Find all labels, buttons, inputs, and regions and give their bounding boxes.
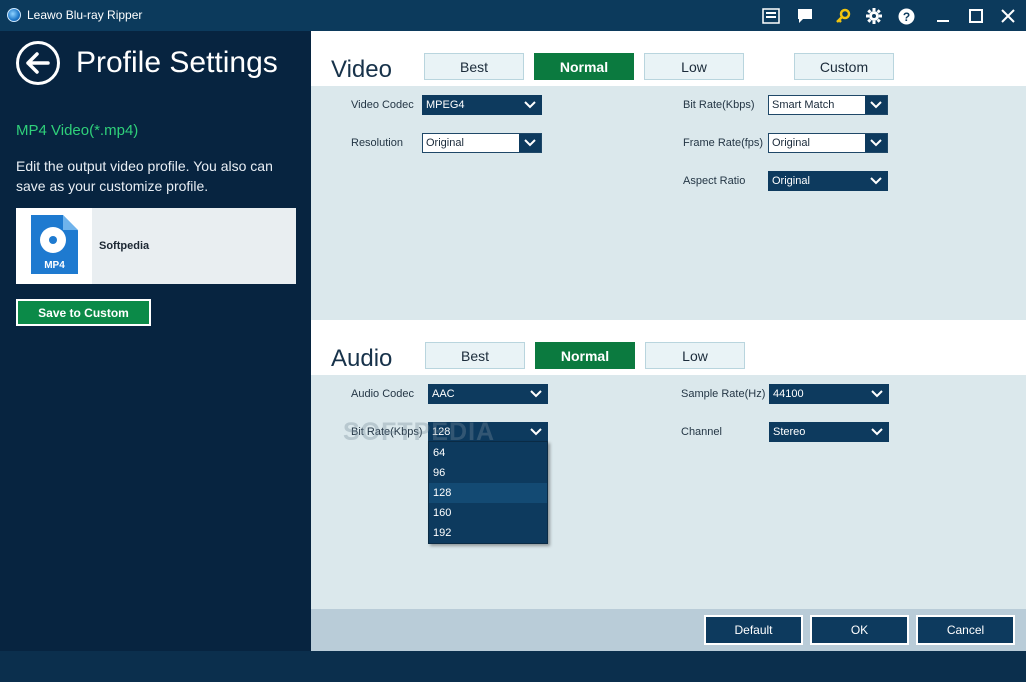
audio-preset-best[interactable]: Best xyxy=(425,342,525,369)
audio-codec-select[interactable]: AAC xyxy=(428,384,548,404)
window-title: Leawo Blu-ray Ripper xyxy=(27,8,143,22)
channel-value: Stereo xyxy=(773,426,806,438)
app-logo-icon xyxy=(7,8,21,22)
maximize-icon[interactable] xyxy=(966,6,986,26)
chevron-down-icon xyxy=(519,96,541,114)
audio-bitrate-dropdown: 64 96 128 160 192 xyxy=(428,441,548,544)
back-button[interactable] xyxy=(16,41,60,85)
sample-rate-label: Sample Rate(Hz) xyxy=(681,388,766,400)
chevron-down-icon xyxy=(525,385,547,403)
audio-section-title: Audio xyxy=(331,345,393,372)
video-bitrate-label: Bit Rate(Kbps) xyxy=(683,99,755,111)
sample-rate-select[interactable]: 44100 xyxy=(769,384,889,404)
page-title: Profile Settings xyxy=(76,46,278,79)
profile-description: Edit the output video profile. You also … xyxy=(16,158,273,194)
key-icon[interactable] xyxy=(833,6,853,26)
action-bar: Default OK Cancel xyxy=(311,609,1026,651)
video-codec-select[interactable]: MPEG4 xyxy=(422,95,542,115)
help-icon[interactable]: ? xyxy=(896,6,916,26)
save-to-custom-button[interactable]: Save to Custom xyxy=(16,299,151,326)
resolution-select[interactable]: Original xyxy=(422,133,542,153)
channel-select[interactable]: Stereo xyxy=(769,422,889,442)
mp4-icon-label: MP4 xyxy=(44,260,65,271)
minimize-icon[interactable] xyxy=(933,6,953,26)
svg-text:?: ? xyxy=(902,10,909,24)
video-section-title: Video xyxy=(331,56,392,83)
chevron-down-icon xyxy=(519,134,541,152)
video-codec-value: MPEG4 xyxy=(426,99,465,111)
chevron-down-icon xyxy=(865,134,887,152)
chevron-down-icon xyxy=(866,423,888,441)
audio-codec-label: Audio Codec xyxy=(351,388,414,400)
profile-card-name: Softpedia xyxy=(99,240,150,252)
video-preset-low[interactable]: Low xyxy=(644,53,744,80)
title-bar: Leawo Blu-ray Ripper ? xyxy=(0,0,1026,31)
close-icon[interactable] xyxy=(998,6,1018,26)
screenshot-icon[interactable] xyxy=(761,6,781,26)
dropdown-option-selected[interactable]: 128 xyxy=(429,483,547,503)
profile-card[interactable]: MP4 Softpedia xyxy=(16,208,296,284)
mp4-file-icon: MP4 xyxy=(16,208,92,284)
dropdown-option[interactable]: 96 xyxy=(429,463,547,483)
frame-rate-select[interactable]: Original xyxy=(768,133,888,153)
chevron-down-icon xyxy=(865,96,887,114)
video-preset-custom[interactable]: Custom xyxy=(794,53,894,80)
video-preset-best[interactable]: Best xyxy=(424,53,524,80)
resolution-value: Original xyxy=(426,137,464,149)
chevron-down-icon xyxy=(866,385,888,403)
ok-button[interactable]: OK xyxy=(810,615,909,645)
gear-icon[interactable] xyxy=(864,6,884,26)
video-preset-normal[interactable]: Normal xyxy=(534,53,634,80)
aspect-ratio-select[interactable]: Original xyxy=(768,171,888,191)
dropdown-option[interactable]: 64 xyxy=(429,443,547,463)
chevron-down-icon xyxy=(525,423,547,441)
video-bitrate-select[interactable]: Smart Match xyxy=(768,95,888,115)
channel-label: Channel xyxy=(681,426,722,438)
dropdown-option[interactable]: 160 xyxy=(429,503,547,523)
aspect-ratio-value: Original xyxy=(772,175,810,187)
sidebar: Profile Settings MP4 Video(*.mp4) Edit t… xyxy=(0,31,311,651)
cancel-button[interactable]: Cancel xyxy=(916,615,1015,645)
audio-preset-normal[interactable]: Normal xyxy=(535,342,635,369)
status-bar xyxy=(0,651,1026,682)
profile-name: MP4 Video(*.mp4) xyxy=(16,122,139,139)
chevron-down-icon xyxy=(865,172,887,190)
sample-rate-value: 44100 xyxy=(773,388,804,400)
default-button[interactable]: Default xyxy=(704,615,803,645)
arrow-left-icon xyxy=(26,52,50,74)
video-panel: Video Best Normal Low Custom Video Codec… xyxy=(311,31,1026,320)
video-codec-label: Video Codec xyxy=(351,99,414,111)
video-bitrate-value: Smart Match xyxy=(772,99,835,111)
frame-rate-label: Frame Rate(fps) xyxy=(683,137,764,149)
frame-rate-value: Original xyxy=(772,137,810,149)
audio-panel: Audio Best Normal Low Audio Codec AAC Bi… xyxy=(311,320,1026,609)
audio-preset-low[interactable]: Low xyxy=(645,342,745,369)
dropdown-option[interactable]: 192 xyxy=(429,523,547,543)
audio-codec-value: AAC xyxy=(432,388,455,400)
resolution-label: Resolution xyxy=(351,137,403,149)
aspect-ratio-label: Aspect Ratio xyxy=(683,175,746,187)
message-icon[interactable] xyxy=(795,6,815,26)
